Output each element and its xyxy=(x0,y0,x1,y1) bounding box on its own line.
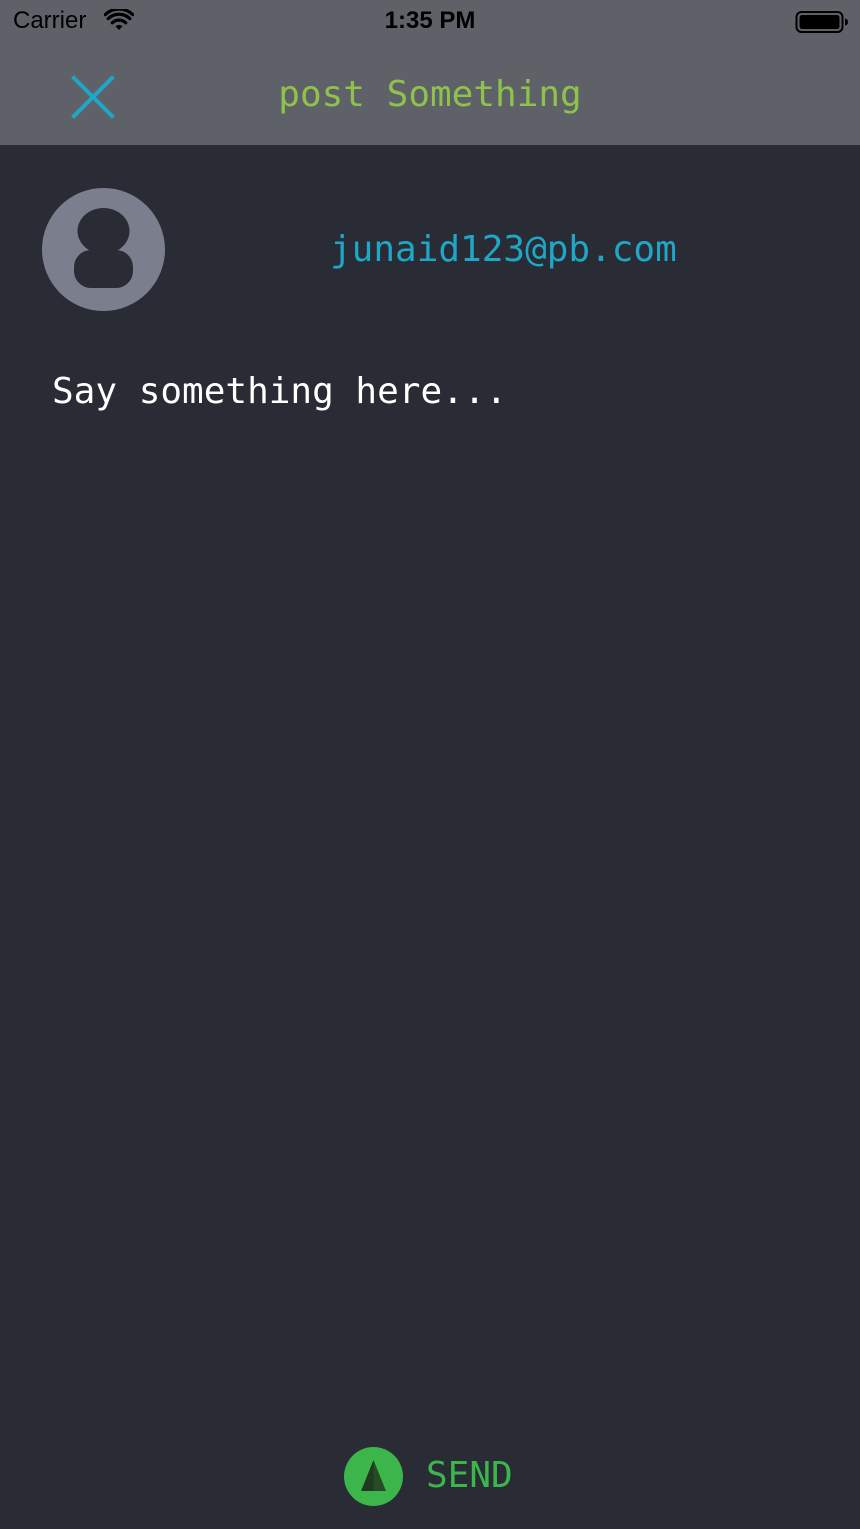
avatar xyxy=(42,188,165,311)
user-email: junaid123@pb.com xyxy=(330,229,677,270)
send-label: SEND xyxy=(426,1455,513,1496)
status-bar: Carrier 1:35 PM xyxy=(0,0,860,44)
page-title: post Something xyxy=(278,74,582,115)
person-icon xyxy=(74,208,133,288)
send-icon xyxy=(344,1447,403,1506)
nav-bar: post Something xyxy=(0,44,860,145)
post-text-input[interactable] xyxy=(52,360,812,1380)
top-bar: Carrier 1:35 PM post Something xyxy=(0,0,860,145)
send-button[interactable]: SEND xyxy=(344,1446,534,1508)
battery-icon xyxy=(795,11,848,33)
status-time: 1:35 PM xyxy=(384,7,476,34)
